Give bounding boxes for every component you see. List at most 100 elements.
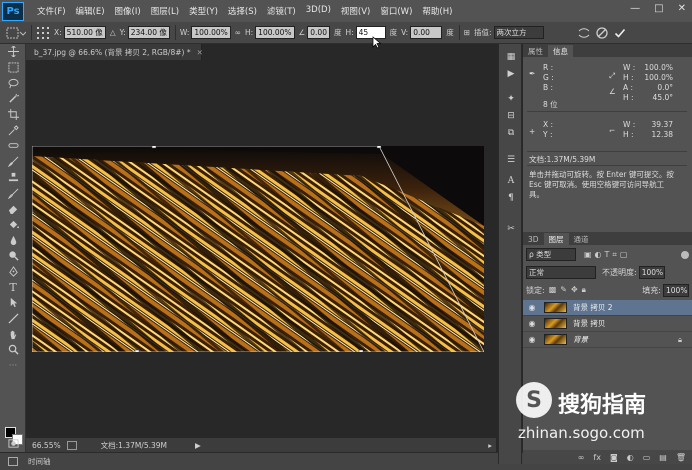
tab-channels[interactable]: 通道 [569,233,594,245]
height-input[interactable]: 100.00% [255,26,295,39]
minimize-button[interactable]: — [630,3,640,14]
trash-icon[interactable]: 🗑︎ [676,453,686,462]
canvas-area[interactable] [26,60,496,438]
hand-tool-icon[interactable] [0,326,26,342]
menu-select[interactable]: 选择(S) [223,5,262,17]
more-tools-icon[interactable]: ··· [0,358,26,374]
marquee-tool-icon[interactable] [0,60,26,76]
blend-mode-select[interactable]: 正常 [526,265,596,279]
reference-point-icon[interactable] [36,26,50,40]
lasso-tool-icon[interactable] [0,75,26,91]
zoom-level[interactable]: 66.55% [32,441,61,450]
character-panel-icon[interactable]: A [499,172,523,189]
layer-row[interactable]: ◉ 背景 拷贝 [523,316,692,332]
layer-row[interactable]: ◉ 背景 🔒︎ [523,332,692,348]
swatches-panel-icon[interactable]: ✦ [499,90,523,107]
eye-icon[interactable]: ◉ [523,335,541,344]
clone-stamp-tool-icon[interactable] [0,170,26,186]
layer-name[interactable]: 背景 [573,334,588,345]
actions-panel-icon[interactable]: ▶ [499,65,523,82]
paragraph-panel-icon[interactable]: ¶ [499,189,523,206]
history-brush-tool-icon[interactable] [0,185,26,201]
menu-file[interactable]: 文件(F) [32,5,71,17]
relative-position-icon[interactable]: △ [110,28,116,37]
transform-handle[interactable] [358,349,364,352]
new-layer-icon[interactable]: ▤ [659,453,667,462]
clone-source-icon[interactable]: ⧉ [499,124,523,141]
blur-tool-icon[interactable] [0,232,26,248]
transform-handle[interactable] [151,146,157,149]
close-button[interactable]: ✕ [678,3,686,14]
document-canvas[interactable] [32,146,484,352]
width-input[interactable]: 100.00% [191,26,231,39]
brush-panel-icon[interactable]: ⊟ [499,107,523,124]
crop-tool-icon[interactable] [0,107,26,123]
filter-toggle-icon[interactable] [681,250,689,259]
transform-handle[interactable] [134,349,140,352]
fill-input[interactable]: 100% [663,283,689,297]
eye-icon[interactable]: ◉ [523,303,541,312]
menu-image[interactable]: 图像(I) [110,5,146,17]
transform-handle[interactable] [376,146,382,149]
v-skew-input[interactable]: 0.00 [410,26,443,39]
tab-info[interactable]: 信息 [548,45,573,57]
quick-mask-icon[interactable] [0,436,26,452]
warp-icon[interactable]: ⊞ [464,28,470,37]
link-layers-icon[interactable]: ∞ [578,453,585,462]
layer-name[interactable]: 背景 拷贝 2 [573,302,613,313]
link-icon[interactable]: ∞ [235,28,241,37]
menu-layer[interactable]: 图层(L) [146,5,184,17]
document-tab[interactable]: b_37.jpg @ 66.6% (背景 拷贝 2, RGB/8#) * ✕ [26,44,203,60]
tab-layers[interactable]: 图层 [543,233,569,245]
tab-3d[interactable]: 3D [523,233,544,245]
eraser-tool-icon[interactable] [0,201,26,217]
interpolation-select[interactable]: 两次立方 [493,26,544,39]
line-tool-icon[interactable] [0,311,26,327]
scroll-right-icon[interactable]: ▸ [488,441,492,450]
magic-wand-tool-icon[interactable] [0,91,26,107]
menu-view[interactable]: 视图(V) [336,5,375,17]
pen-tool-icon[interactable] [0,264,26,280]
timeline-icon[interactable] [8,457,18,466]
adjustment-layer-icon[interactable]: ◐ [627,453,634,462]
y-input[interactable]: 234.00 像 [127,26,170,39]
zoom-tool-icon[interactable] [0,342,26,358]
group-icon[interactable]: ▭ [643,453,651,462]
close-tab-icon[interactable]: ✕ [197,48,203,57]
opacity-input[interactable]: 100% [638,265,665,279]
maximize-button[interactable]: □ [654,3,663,14]
brush-tool-icon[interactable] [0,154,26,170]
layer-row[interactable]: ◉ 背景 拷贝 2 [523,300,692,316]
tab-properties[interactable]: 属性 [523,45,548,57]
history-panel-icon[interactable]: ▦ [499,48,523,65]
timeline-label[interactable]: 时间轴 [28,456,51,467]
adjustments-icon[interactable]: ☰ [499,151,523,168]
warp-mode-icon[interactable] [578,27,590,39]
eyedropper-tool-icon[interactable] [0,122,26,138]
type-tool-icon[interactable]: T [0,279,26,295]
layer-filter-select[interactable]: ρ 类型 [526,248,576,261]
dodge-tool-icon[interactable] [0,248,26,264]
angle-input[interactable]: 0.00 [307,26,330,39]
move-tool-icon[interactable] [0,44,26,60]
menu-filter[interactable]: 滤镜(T) [262,5,301,17]
status-menu-arrow-icon[interactable]: ▶ [195,441,201,450]
filter-icons[interactable]: ▣◐T⌗▢ [584,250,631,260]
menu-help[interactable]: 帮助(H) [417,5,457,17]
menu-window[interactable]: 窗口(W) [375,5,417,17]
h-skew-input[interactable]: 45 [355,26,386,39]
fx-icon[interactable]: fx [593,453,601,462]
mask-icon[interactable]: ◙ [610,453,618,462]
path-selection-tool-icon[interactable] [0,295,26,311]
eye-icon[interactable]: ◉ [523,319,541,328]
cancel-icon[interactable] [595,26,608,39]
lock-icons[interactable]: ▩✎✥🔒︎ [549,285,590,295]
healing-brush-tool-icon[interactable] [0,138,26,154]
x-input[interactable]: 510.00 像 [63,26,106,39]
menu-edit[interactable]: 编辑(E) [71,5,110,17]
checkmark-icon[interactable] [614,27,626,39]
tools-preset-icon[interactable]: ✂ [499,220,523,237]
menu-3d[interactable]: 3D(D) [301,5,336,17]
tool-preset-icon[interactable] [6,26,26,40]
menu-type[interactable]: 类型(Y) [184,5,223,17]
